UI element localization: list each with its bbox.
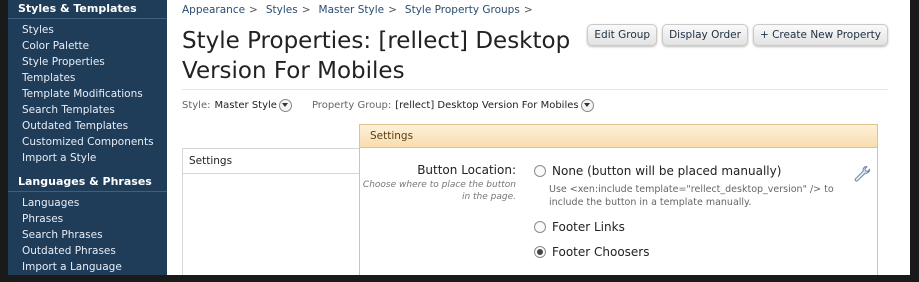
sidebar-item-styles[interactable]: Styles xyxy=(8,22,167,38)
sidebar-item-template-modifications[interactable]: Template Modifications xyxy=(8,86,167,102)
sidebar: Styles & Templates Styles Color Palette … xyxy=(8,0,167,275)
top-button-bar: Edit Group Display Order + Create New Pr… xyxy=(587,24,888,46)
main-content: Appearance > Styles > Master Style > Style Pro… xyxy=(167,0,910,275)
breadcrumb-separator: > xyxy=(388,4,397,16)
create-property-button[interactable]: + Create New Property xyxy=(752,24,888,46)
breadcrumb-appearance[interactable]: Appearance xyxy=(182,4,245,16)
page-title: Style Properties: [rellect] Desktop Vers… xyxy=(182,28,571,84)
group-filter-value[interactable]: [rellect] Desktop Version For Mobiles xyxy=(395,100,578,111)
option-none-label: None (button will be placed manually) xyxy=(552,164,782,178)
sidebar-item-import-language[interactable]: Import a Language xyxy=(8,259,167,275)
radio-footer-choosers[interactable] xyxy=(534,246,546,258)
style-dropdown-icon[interactable] xyxy=(278,99,292,112)
option-footer-choosers-label: Footer Choosers xyxy=(552,245,650,259)
sidebar-section-languages: Languages & Phrases Languages Phrases Se… xyxy=(8,173,167,275)
panel-title: Settings xyxy=(360,125,877,148)
settings-panel: Settings Button Location: Choose where t… xyxy=(359,124,878,275)
option-footer-choosers[interactable]: Footer Choosers xyxy=(534,245,649,259)
option-none[interactable]: None (button will be placed manually) xyxy=(534,164,781,178)
sidebar-item-outdated-phrases[interactable]: Outdated Phrases xyxy=(8,243,167,259)
group-filter-label: Property Group: xyxy=(311,100,392,111)
breadcrumb-style-property-groups[interactable]: Style Property Groups xyxy=(405,4,520,16)
sidebar-item-style-properties[interactable]: Style Properties xyxy=(8,54,167,70)
sidebar-item-templates[interactable]: Templates xyxy=(8,70,167,86)
sidebar-item-search-phrases[interactable]: Search Phrases xyxy=(8,227,167,243)
edit-group-button[interactable]: Edit Group xyxy=(587,24,658,46)
sidebar-item-languages[interactable]: Languages xyxy=(8,195,167,211)
button-location-label: Button Location: xyxy=(417,163,516,177)
sidebar-section-styles: Styles & Templates Styles Color Palette … xyxy=(8,0,167,166)
sidebar-heading: Styles & Templates xyxy=(8,0,167,19)
sidebar-heading: Languages & Phrases xyxy=(8,173,167,192)
app-frame: Styles & Templates Styles Color Palette … xyxy=(8,0,910,275)
title-divider xyxy=(182,89,888,90)
sidebar-item-outdated-templates[interactable]: Outdated Templates xyxy=(8,118,167,134)
breadcrumb-separator: > xyxy=(249,4,258,16)
tab-settings[interactable]: Settings xyxy=(183,149,365,174)
option-none-note: Use <xen:include template="rellect_deskt… xyxy=(549,184,834,208)
sidebar-item-import-style[interactable]: Import a Style xyxy=(8,150,167,166)
button-location-hint: Choose where to place the button in the … xyxy=(362,180,516,202)
breadcrumb: Appearance > Styles > Master Style > Style Pro… xyxy=(182,4,541,16)
wrench-icon[interactable] xyxy=(853,165,871,183)
breadcrumb-styles[interactable]: Styles xyxy=(266,4,298,16)
sidebar-item-customized-components[interactable]: Customized Components xyxy=(8,134,167,150)
sidebar-item-phrases[interactable]: Phrases xyxy=(8,211,167,227)
filter-bar: Style: Master Style Property Group: [rel… xyxy=(182,99,594,112)
group-dropdown-icon[interactable] xyxy=(580,99,594,112)
style-filter-value[interactable]: Master Style xyxy=(215,100,277,111)
radio-footer-links[interactable] xyxy=(534,221,546,233)
tab-list: Settings xyxy=(182,148,365,275)
breadcrumb-master-style[interactable]: Master Style xyxy=(319,4,385,16)
breadcrumb-separator: > xyxy=(301,4,311,16)
sidebar-item-search-templates[interactable]: Search Templates xyxy=(8,102,167,118)
style-filter-label: Style: xyxy=(182,100,211,111)
option-footer-links[interactable]: Footer Links xyxy=(534,220,625,234)
display-order-button[interactable]: Display Order xyxy=(662,24,748,46)
breadcrumb-separator: > xyxy=(523,4,533,16)
option-footer-links-label: Footer Links xyxy=(552,220,625,234)
sidebar-item-color-palette[interactable]: Color Palette xyxy=(8,38,167,54)
radio-none[interactable] xyxy=(534,165,546,177)
